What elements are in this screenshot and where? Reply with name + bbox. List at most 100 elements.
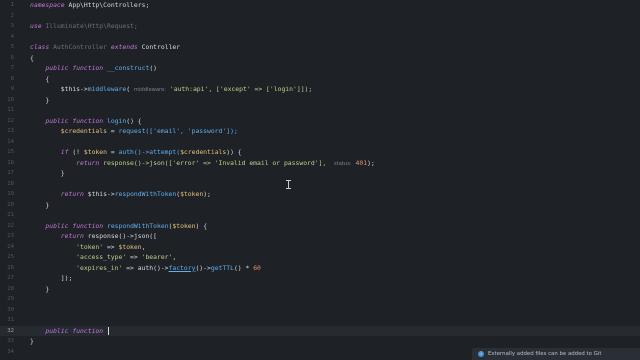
code-line[interactable]: 24 'token' => $token,: [0, 242, 640, 253]
variable: $token: [83, 148, 107, 156]
variable: $credentials: [60, 127, 107, 135]
code-line[interactable]: 17 }: [0, 168, 640, 179]
code-line[interactable]: 8 {: [0, 74, 640, 85]
variable: $token: [172, 221, 196, 230]
mouse-ibeam-cursor: [286, 180, 291, 189]
line-number: 31: [7, 317, 14, 323]
line-number: 9: [10, 86, 14, 92]
code-line[interactable]: 1 namespace App\Http\Controllers;: [0, 0, 640, 11]
function-call: respondWithToken: [114, 190, 177, 198]
keyword: function: [72, 64, 104, 72]
line-number: 15: [7, 149, 14, 155]
this-var: $this: [60, 85, 81, 93]
code-line[interactable]: 14: [0, 137, 640, 148]
function-call: factory: [168, 263, 196, 272]
git-notification[interactable]: i Externally added files can be added to…: [472, 348, 640, 360]
line-number: 16: [7, 159, 14, 166]
keyword: function: [72, 221, 104, 230]
line-number: 19: [7, 191, 14, 197]
keyword: public: [45, 221, 69, 230]
this-var: $this: [87, 190, 107, 198]
code-line[interactable]: 4: [0, 32, 640, 43]
keyword: public: [45, 116, 69, 125]
code-line[interactable]: 11: [0, 105, 640, 116]
code-line[interactable]: 30: [0, 305, 640, 316]
code-line[interactable]: 13 $credentials = request(['email', 'pas…: [0, 126, 640, 137]
code-line[interactable]: 28 }: [0, 284, 640, 295]
function-call: response()->json(['error' => 'Invalid em…: [103, 158, 327, 167]
code-line[interactable]: 31: [0, 315, 640, 326]
line-number: 21: [7, 212, 14, 218]
code-area[interactable]: 1 namespace App\Http\Controllers; 2 3 use …: [0, 0, 640, 357]
line-number: 10: [7, 96, 14, 103]
line-number: 30: [7, 306, 14, 313]
line-number: 24: [7, 243, 14, 250]
code-line-active[interactable]: 32 public function: [0, 325, 640, 336]
code-line[interactable]: 21: [0, 210, 640, 221]
text-cursor: [107, 326, 109, 335]
function-name: __construct: [106, 64, 150, 72]
args: 'auth:api', ['except' => ['login']]);: [169, 85, 313, 93]
keyword: class: [30, 43, 50, 51]
function-call: middleware: [87, 85, 127, 93]
function-name: respondWithToken: [106, 221, 169, 230]
line-number: 6: [10, 54, 14, 61]
line-number: 5: [10, 44, 14, 50]
keyword: use: [30, 22, 42, 30]
code-line[interactable]: 29: [0, 294, 640, 305]
code-line[interactable]: 20 }: [0, 200, 640, 211]
code-line[interactable]: 6{: [0, 53, 640, 64]
variable: $token: [180, 190, 204, 198]
code-line[interactable]: 26 'expires_in' => auth()->factory()->ge…: [0, 263, 640, 274]
code-line[interactable]: 33}: [0, 336, 640, 347]
keyword: function: [72, 326, 104, 335]
code-line[interactable]: 22 public function respondWithToken($tok…: [0, 221, 640, 232]
code-line[interactable]: 16 return response()->json(['error' => '…: [0, 158, 640, 169]
line-number: 23: [7, 233, 14, 239]
keyword: return: [60, 190, 84, 198]
string: 'expires_in': [76, 263, 123, 272]
info-icon: i: [478, 351, 484, 357]
line-number: 12: [7, 117, 14, 124]
code-line[interactable]: 15 if (! $token = auth()->attempt($crede…: [0, 147, 640, 158]
keyword: public: [45, 326, 69, 335]
code-line[interactable]: 7 public function __construct(): [0, 63, 640, 74]
line-number: 13: [7, 128, 14, 134]
function-call: getTTL: [210, 263, 234, 272]
keyword: return: [60, 232, 84, 240]
number: 401: [355, 158, 368, 167]
line-number: 3: [10, 23, 14, 29]
param-hint: middleware:: [133, 87, 167, 93]
namespace-value: App\Http\Controllers;: [68, 1, 150, 9]
code-line[interactable]: 27 ]);: [0, 273, 640, 284]
use-value: Illuminate\Http\Request;: [45, 22, 138, 30]
parent-class: Controller: [141, 43, 181, 51]
line-number: 17: [7, 170, 14, 176]
code-line[interactable]: 10 }: [0, 95, 640, 106]
notification-text: Externally added files can be added to G…: [488, 351, 602, 357]
line-number: 26: [7, 264, 14, 271]
function-name: login: [106, 116, 127, 125]
param-hint: status:: [333, 160, 352, 167]
code-line[interactable]: 2: [0, 11, 640, 22]
line-number: 20: [7, 201, 14, 208]
code-editor[interactable]: 1 namespace App\Http\Controllers; 2 3 use …: [0, 0, 640, 360]
code-line[interactable]: 25 'access_type' => 'bearer',: [0, 252, 640, 263]
line-number: 22: [7, 222, 14, 229]
string: 'access_type': [76, 253, 127, 261]
code-line[interactable]: 23 return response()->json([: [0, 231, 640, 242]
code-line[interactable]: 12 public function login() {: [0, 116, 640, 127]
number: 60: [253, 263, 261, 272]
variable: $credentials: [180, 148, 227, 156]
code-line[interactable]: 19 return $this->respondWithToken($token…: [0, 189, 640, 200]
string: 'bearer': [141, 253, 173, 261]
line-number: 2: [10, 12, 14, 19]
line-number: 8: [10, 75, 14, 82]
code-line[interactable]: 18: [0, 179, 640, 190]
line-number: 14: [7, 138, 14, 145]
line-number: 29: [7, 296, 14, 302]
code-line[interactable]: 3 use Illuminate\Http\Request;: [0, 21, 640, 32]
code-line[interactable]: 9 $this->middleware( middleware: 'auth:a…: [0, 84, 640, 95]
code-line[interactable]: 5 class AuthController extends Controller: [0, 42, 640, 53]
function-call: request(['email', 'password']);: [118, 127, 238, 135]
